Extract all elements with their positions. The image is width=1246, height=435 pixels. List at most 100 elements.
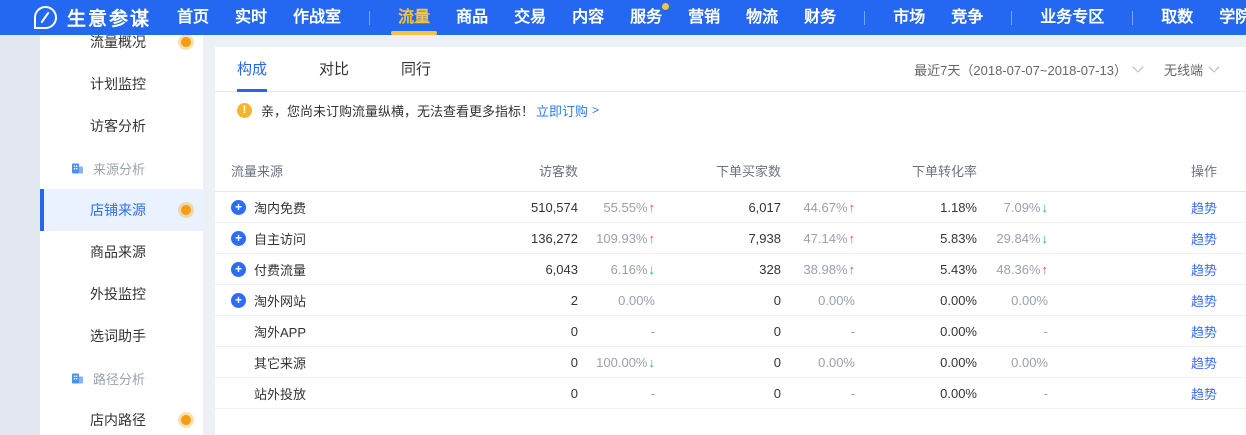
terminal-selector[interactable]: 无线端	[1164, 60, 1218, 79]
brand-title: 生意参谋	[67, 4, 151, 31]
visitors-value: 0	[465, 355, 578, 370]
tab-peers[interactable]: 同行	[401, 47, 431, 92]
nav-item[interactable]: 实时	[235, 0, 267, 35]
conversion-change: 29.84%↓	[977, 231, 1048, 246]
trend-link[interactable]: 趋势	[1191, 263, 1217, 278]
sidebar-item[interactable]: 店铺来源	[40, 189, 203, 231]
date-range-label: 最近7天（2018-07-07~2018-07-13）	[914, 60, 1127, 79]
date-range-selector[interactable]: 最近7天（2018-07-07~2018-07-13）	[914, 60, 1142, 79]
filters: 最近7天（2018-07-07~2018-07-13） 无线端	[892, 60, 1218, 79]
conversion-value: 5.43%	[855, 262, 977, 277]
table-row: + 站外投放 0 - 0 - 0.00% - 趋势	[215, 378, 1246, 409]
expand-plus-icon[interactable]: +	[231, 293, 246, 308]
trend-link[interactable]: 趋势	[1191, 356, 1217, 371]
conversion-value: 0.00%	[855, 355, 977, 370]
header-action: 操作	[1048, 161, 1217, 180]
nav-item[interactable]: 商品	[456, 0, 488, 35]
buyers-value: 6,017	[655, 200, 781, 215]
nav-items: 首页实时作战室 流量商品交易内容服务营销物流财务 市场竞争 业务专区 取数学院	[177, 0, 1246, 35]
subscribe-now-link[interactable]: 立即订购	[536, 101, 588, 120]
nav-item[interactable]: 竞争	[951, 0, 983, 35]
sidebar-item[interactable]: 选词助手	[40, 315, 203, 357]
nav-divider	[864, 11, 865, 25]
sidebar-item[interactable]: 店内路径	[40, 399, 203, 435]
source-name: 自主访问	[254, 229, 306, 248]
nav-item[interactable]: 物流	[746, 0, 778, 35]
buyers-change: -	[781, 386, 855, 401]
buyers-change: 0.00%	[781, 293, 855, 308]
subscribe-notice: ! 亲，您尚未订购流量纵横，无法查看更多指标！ 立即订购 >	[237, 98, 1246, 122]
trend-link[interactable]: 趋势	[1191, 201, 1217, 216]
premium-dot-icon	[178, 202, 194, 218]
chevron-down-icon	[1208, 61, 1219, 72]
top-nav: 生意参谋 首页实时作战室 流量商品交易内容服务营销物流财务 市场竞争 业务专区 取数学院	[0, 0, 1246, 35]
nav-item[interactable]: 服务	[630, 0, 662, 35]
sidebar-item[interactable]: 计划监控	[40, 63, 203, 105]
sidebar-item[interactable]: 访客分析	[40, 105, 203, 147]
tab-compare[interactable]: 对比	[319, 47, 349, 92]
nav-item[interactable]: 内容	[572, 0, 604, 35]
notification-badge	[662, 3, 669, 10]
expand-plus-icon[interactable]: +	[231, 231, 246, 246]
table-row: + 淘外APP 0 - 0 - 0.00% - 趋势	[215, 316, 1246, 347]
visitors-change: -	[578, 324, 655, 339]
visitors-change: 100.00%↓	[578, 355, 655, 370]
nav-item[interactable]: 业务专区	[1040, 0, 1104, 35]
nav-item[interactable]: 取数	[1161, 0, 1193, 35]
buyers-value: 0	[655, 324, 781, 339]
notice-text: 亲，您尚未订购流量纵横，无法查看更多指标！	[261, 101, 534, 120]
sidebar-item[interactable]: 外投监控	[40, 273, 203, 315]
sidebar-item[interactable]: 流量概况	[40, 35, 203, 63]
header-visitors: 访客数	[465, 161, 578, 180]
conversion-value: 5.83%	[855, 231, 977, 246]
conversion-value: 0.00%	[855, 324, 977, 339]
nav-item[interactable]: 流量	[398, 0, 430, 35]
nav-item[interactable]: 交易	[514, 0, 546, 35]
nav-item[interactable]: 学院	[1219, 0, 1246, 35]
conversion-change: 7.09%↓	[977, 200, 1048, 215]
notice-arrow-icon: >	[592, 103, 599, 117]
conversion-change: -	[977, 324, 1048, 339]
sidebar-item[interactable]: 商品来源	[40, 231, 203, 273]
nav-item[interactable]: 首页	[177, 0, 209, 35]
nav-item[interactable]: 作战室	[293, 0, 341, 35]
brand-logo-icon	[34, 6, 57, 29]
visitors-change: -	[578, 386, 655, 401]
visitors-value: 0	[465, 386, 578, 401]
visitors-value: 510,574	[465, 200, 578, 215]
trend-link[interactable]: 趋势	[1191, 325, 1217, 340]
trend-link[interactable]: 趋势	[1191, 232, 1217, 247]
header-buyers: 下单买家数	[655, 161, 781, 180]
expand-plus-icon[interactable]: +	[231, 262, 246, 277]
conversion-change: 48.36%↑	[977, 262, 1048, 277]
buyers-change: 0.00%	[781, 355, 855, 370]
chevron-down-icon	[1132, 61, 1143, 72]
nav-item[interactable]: 营销	[688, 0, 720, 35]
conversion-value: 0.00%	[855, 293, 977, 308]
visitors-value: 0	[465, 324, 578, 339]
expand-plus-icon[interactable]: +	[231, 200, 246, 215]
sidebar-list: 流量概况计划监控访客分析 来源分析 店铺来源商品来源外投监控选词助手	[40, 35, 203, 435]
trend-link[interactable]: 趋势	[1191, 294, 1217, 309]
sidebar-section-label: 来源分析	[40, 147, 203, 189]
tab-bar: 构成 对比 同行 最近7天（2018-07-07~2018-07-13） 无线端	[215, 47, 1246, 92]
nav-divider	[1011, 11, 1012, 25]
visitors-change: 0.00%	[578, 293, 655, 308]
terminal-label: 无线端	[1164, 60, 1203, 79]
visitors-change: 6.16%↓	[578, 262, 655, 277]
visitors-change: 109.93%↑	[578, 231, 655, 246]
source-name: 淘外APP	[254, 322, 306, 341]
visitors-value: 136,272	[465, 231, 578, 246]
conversion-value: 1.18%	[855, 200, 977, 215]
source-name: 站外投放	[254, 384, 306, 403]
table-row: + 付费流量 6,043 6.16%↓ 328 38.98%↑ 5.43% 48…	[215, 254, 1246, 285]
buyers-value: 0	[655, 293, 781, 308]
nav-item[interactable]: 财务	[804, 0, 836, 35]
nav-item[interactable]: 市场	[893, 0, 925, 35]
trend-link[interactable]: 趋势	[1191, 387, 1217, 402]
buyers-change: 38.98%↑	[781, 262, 855, 277]
conversion-value: 0.00%	[855, 386, 977, 401]
source-name: 淘外网站	[254, 291, 306, 310]
main-panel: 构成 对比 同行 最近7天（2018-07-07~2018-07-13） 无线端…	[215, 47, 1246, 435]
tab-composition[interactable]: 构成	[237, 47, 267, 92]
